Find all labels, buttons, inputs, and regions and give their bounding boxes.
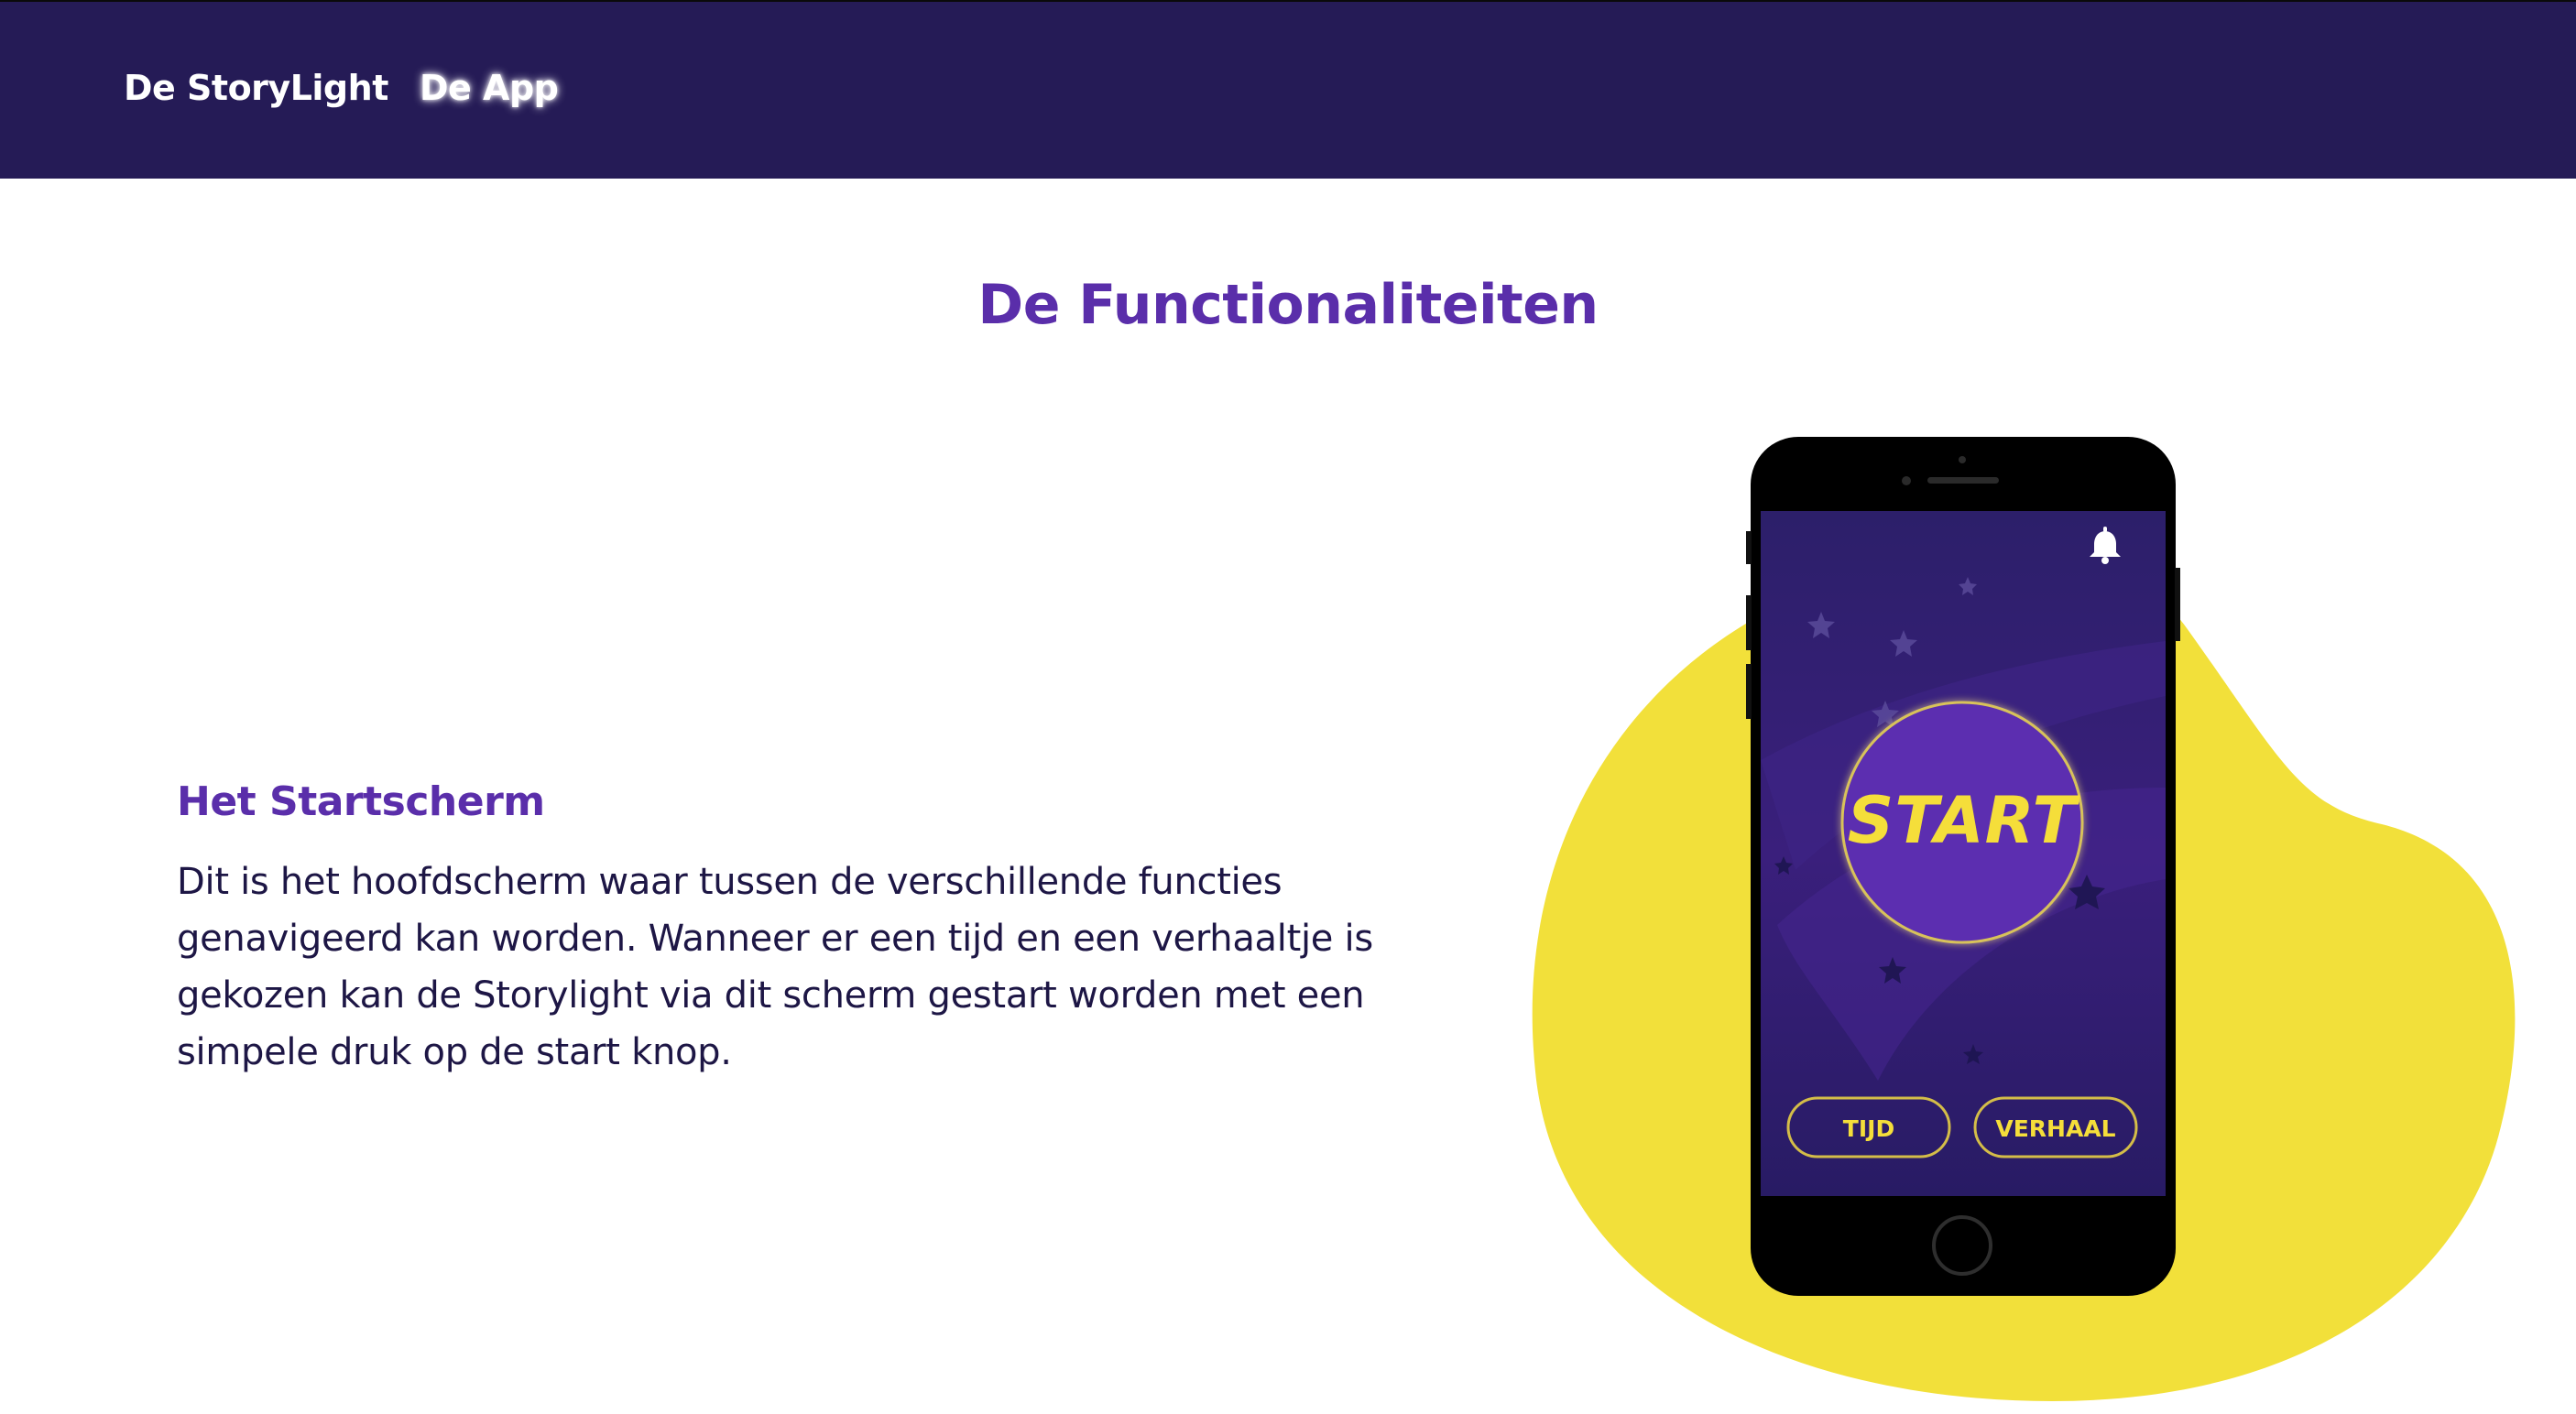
phone-side-button bbox=[2175, 568, 2180, 641]
phone-speaker bbox=[1927, 477, 1999, 484]
page-title: De Functionaliteiten bbox=[977, 273, 1599, 337]
phone-side-button bbox=[1746, 531, 1752, 564]
phone-side-button bbox=[1746, 595, 1752, 650]
time-label: TIJD bbox=[1843, 1115, 1894, 1142]
top-navbar: De StoryLight De App bbox=[0, 0, 2576, 179]
phone-illustration: START TIJD VERHAAL bbox=[1532, 437, 2516, 1401]
story-label: VERHAAL bbox=[1995, 1115, 2115, 1142]
nav-link-app[interactable]: De App bbox=[420, 68, 559, 108]
start-button[interactable]: START bbox=[1840, 701, 2084, 944]
nav-link-storylight[interactable]: De StoryLight bbox=[124, 68, 388, 108]
start-label: START bbox=[1848, 783, 2081, 858]
section-heading: Het Startscherm bbox=[177, 778, 545, 825]
phone-side-button bbox=[1746, 664, 1752, 719]
phone-sensor bbox=[1959, 456, 1966, 463]
section-description: Dit is het hoofdscherm waar tussen de ve… bbox=[177, 861, 1373, 1073]
phone-camera bbox=[1902, 476, 1911, 485]
